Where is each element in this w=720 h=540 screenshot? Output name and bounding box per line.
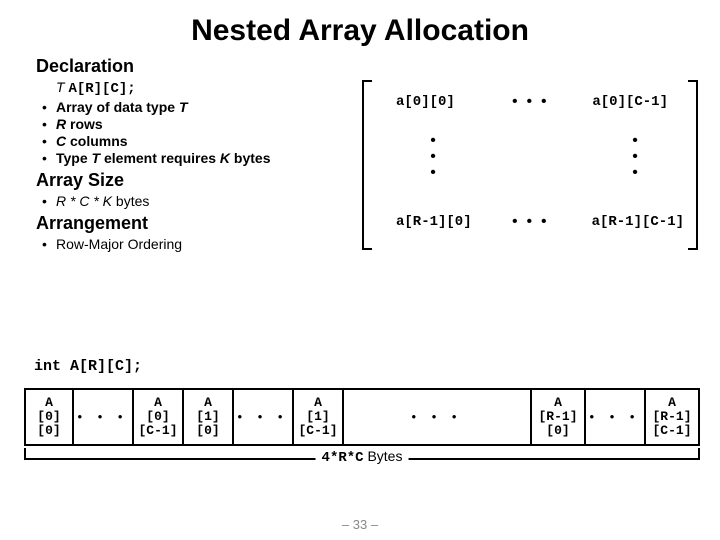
dots-vertical: ••• (632, 132, 638, 180)
dots-vertical: ••• (430, 132, 436, 180)
mem-dots: • • • (344, 390, 530, 444)
page-number: – 33 – (342, 517, 378, 532)
memory-layout-row: A [0] [0] • • • A [0] [C-1] A [1] [0] • … (24, 388, 700, 446)
mem-dots: • • • (74, 390, 132, 444)
mem-cell: A [R-1] [C-1] (644, 390, 700, 444)
mem-cell: A [1] [0] (184, 390, 234, 444)
mem-cell: A [0] [0] (24, 390, 74, 444)
mem-dots: • • • (234, 390, 292, 444)
bracket-left (362, 80, 372, 250)
mem-cell: A [0] [C-1] (132, 390, 184, 444)
bracket-right (688, 80, 698, 250)
dots-horizontal: • • • (512, 214, 547, 230)
matrix-diagram: a[0][0] • • • a[0][C-1] ••• ••• a[R-1][0… (362, 80, 698, 250)
matrix-cell-tl: a[0][0] (396, 94, 455, 110)
mem-cell: A [1] [C-1] (292, 390, 344, 444)
brace-label: 4*R*C Bytes (316, 448, 409, 466)
heading-declaration: Declaration (36, 56, 700, 77)
mem-cell: A [R-1] [0] (530, 390, 586, 444)
brace-span: 4*R*C Bytes (24, 448, 700, 478)
dots-horizontal: • • • (512, 94, 547, 110)
matrix-cell-br: a[R-1][C-1] (592, 214, 684, 230)
int-declaration: int A[R][C]; (34, 358, 142, 375)
matrix-cell-bl: a[R-1][0] (396, 214, 472, 230)
mem-dots: • • • (586, 390, 644, 444)
page-title: Nested Array Allocation (20, 14, 700, 48)
matrix-cell-tr: a[0][C-1] (592, 94, 668, 110)
